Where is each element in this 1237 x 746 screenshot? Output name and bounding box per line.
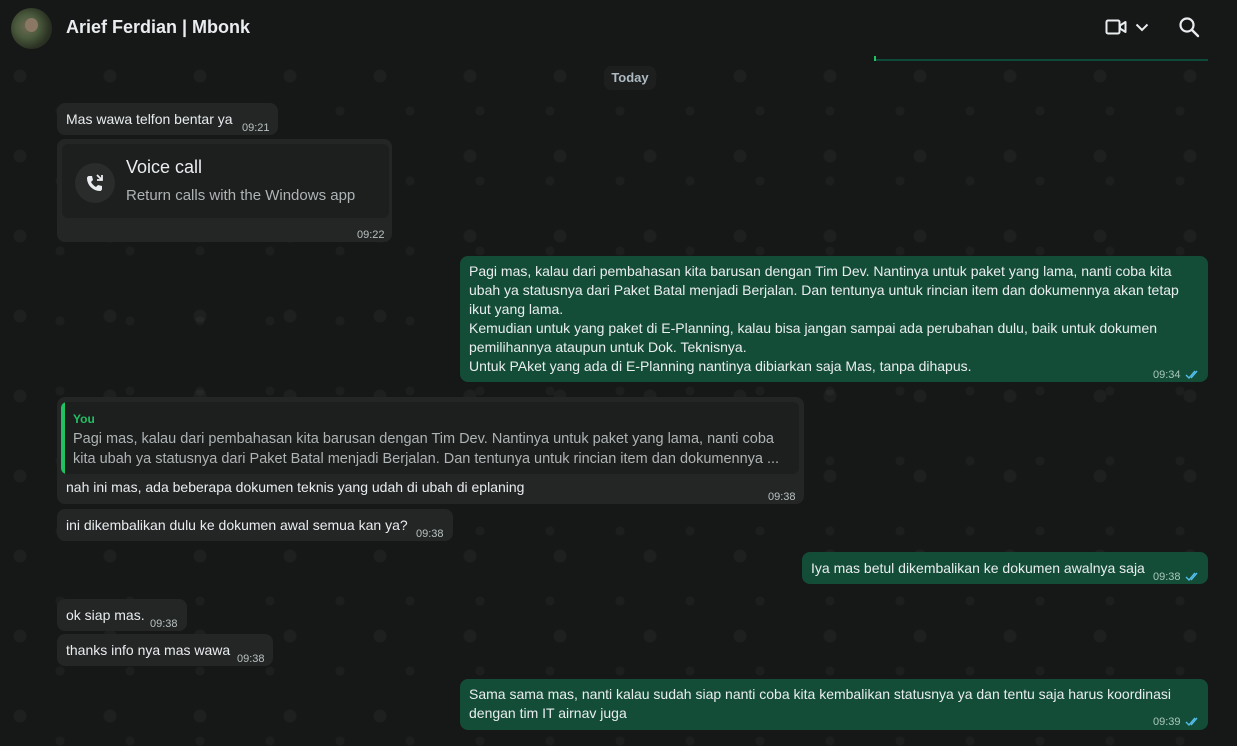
message-text: Mas wawa telfon bentar ya (66, 111, 233, 127)
message-incoming[interactable]: ini dikembalikan dulu ke dokumen awal se… (57, 509, 453, 541)
chevron-down-icon[interactable] (1134, 19, 1150, 40)
message-line: Sama sama mas, nanti kalau sudah siap na… (469, 686, 1171, 702)
message-time: 09:38 (416, 528, 444, 540)
contact-avatar[interactable] (11, 8, 52, 49)
chat-panel[interactable]: Today Mas wawa telfon bentar ya 09:21 Vo… (0, 56, 1237, 746)
quote-line: Pagi mas, kalau dari pembahasan kita bar… (73, 431, 774, 447)
message-time: 09:39 (1153, 716, 1181, 728)
message-text: Iya mas betul dikembalikan ke dokumen aw… (811, 560, 1145, 576)
quoted-message[interactable]: You Pagi mas, kalau dari pembahasan kita… (61, 402, 799, 474)
message-outgoing[interactable]: Iya mas betul dikembalikan ke dokumen aw… (802, 552, 1208, 584)
video-call-icon[interactable] (1105, 17, 1127, 42)
date-divider: Today (604, 66, 656, 90)
message-incoming[interactable]: ok siap mas. 09:38 (57, 599, 187, 631)
missed-call-icon (75, 163, 115, 203)
message-line: pemilihannya ataupun untuk Dok. Teknisny… (469, 339, 747, 355)
read-ticks-icon (1185, 366, 1201, 385)
message-text: thanks info nya mas wawa (66, 642, 231, 658)
message-incoming[interactable]: thanks info nya mas wawa 09:38 (57, 634, 273, 666)
chat-header: Arief Ferdian | Mbonk (0, 0, 1237, 56)
message-voice-call[interactable]: Voice call Return calls with the Windows… (57, 139, 392, 242)
message-line: ubah ya statusnya dari Paket Batal menja… (469, 282, 1179, 298)
previous-message-edge (874, 56, 1208, 61)
message-line: dengan tim IT airnav juga (469, 705, 627, 721)
message-time: 09:38 (768, 491, 796, 503)
message-time: 09:34 (1153, 369, 1181, 381)
voice-call-subtitle: Return calls with the Windows app (126, 187, 356, 204)
quote-line: kita ubah ya statusnya dari Paket Batal … (73, 451, 780, 467)
quote-author: You (73, 412, 95, 426)
voice-call-card[interactable]: Voice call Return calls with the Windows… (62, 144, 389, 218)
message-text: nah ini mas, ada beberapa dokumen teknis… (66, 479, 525, 495)
search-icon[interactable] (1178, 16, 1200, 43)
message-text: ini dikembalikan dulu ke dokumen awal se… (66, 517, 408, 533)
message-text: ok siap mas. (66, 607, 145, 623)
message-line: Pagi mas, kalau dari pembahasan kita bar… (469, 263, 1172, 279)
message-line: Kemudian untuk yang paket di E-Planning,… (469, 320, 1158, 336)
read-ticks-icon (1185, 568, 1201, 587)
message-time: 09:22 (357, 229, 385, 241)
message-time: 09:38 (1153, 571, 1181, 583)
quote-accent-bar (61, 402, 65, 474)
read-ticks-icon (1185, 713, 1201, 732)
message-line: ikut yang lama. (469, 301, 564, 317)
message-incoming[interactable]: Mas wawa telfon bentar ya 09:21 (57, 103, 278, 135)
voice-call-title: Voice call (126, 157, 203, 177)
message-time: 09:38 (237, 653, 265, 665)
contact-name[interactable]: Arief Ferdian | Mbonk (66, 17, 250, 38)
message-time: 09:21 (242, 122, 270, 134)
message-time: 09:38 (150, 618, 178, 630)
message-outgoing[interactable]: Pagi mas, kalau dari pembahasan kita bar… (460, 256, 1208, 382)
message-line: Untuk PAket yang ada di E-Planning nanti… (469, 358, 972, 374)
message-reply[interactable]: You Pagi mas, kalau dari pembahasan kita… (57, 397, 804, 504)
message-outgoing[interactable]: Sama sama mas, nanti kalau sudah siap na… (460, 679, 1208, 730)
